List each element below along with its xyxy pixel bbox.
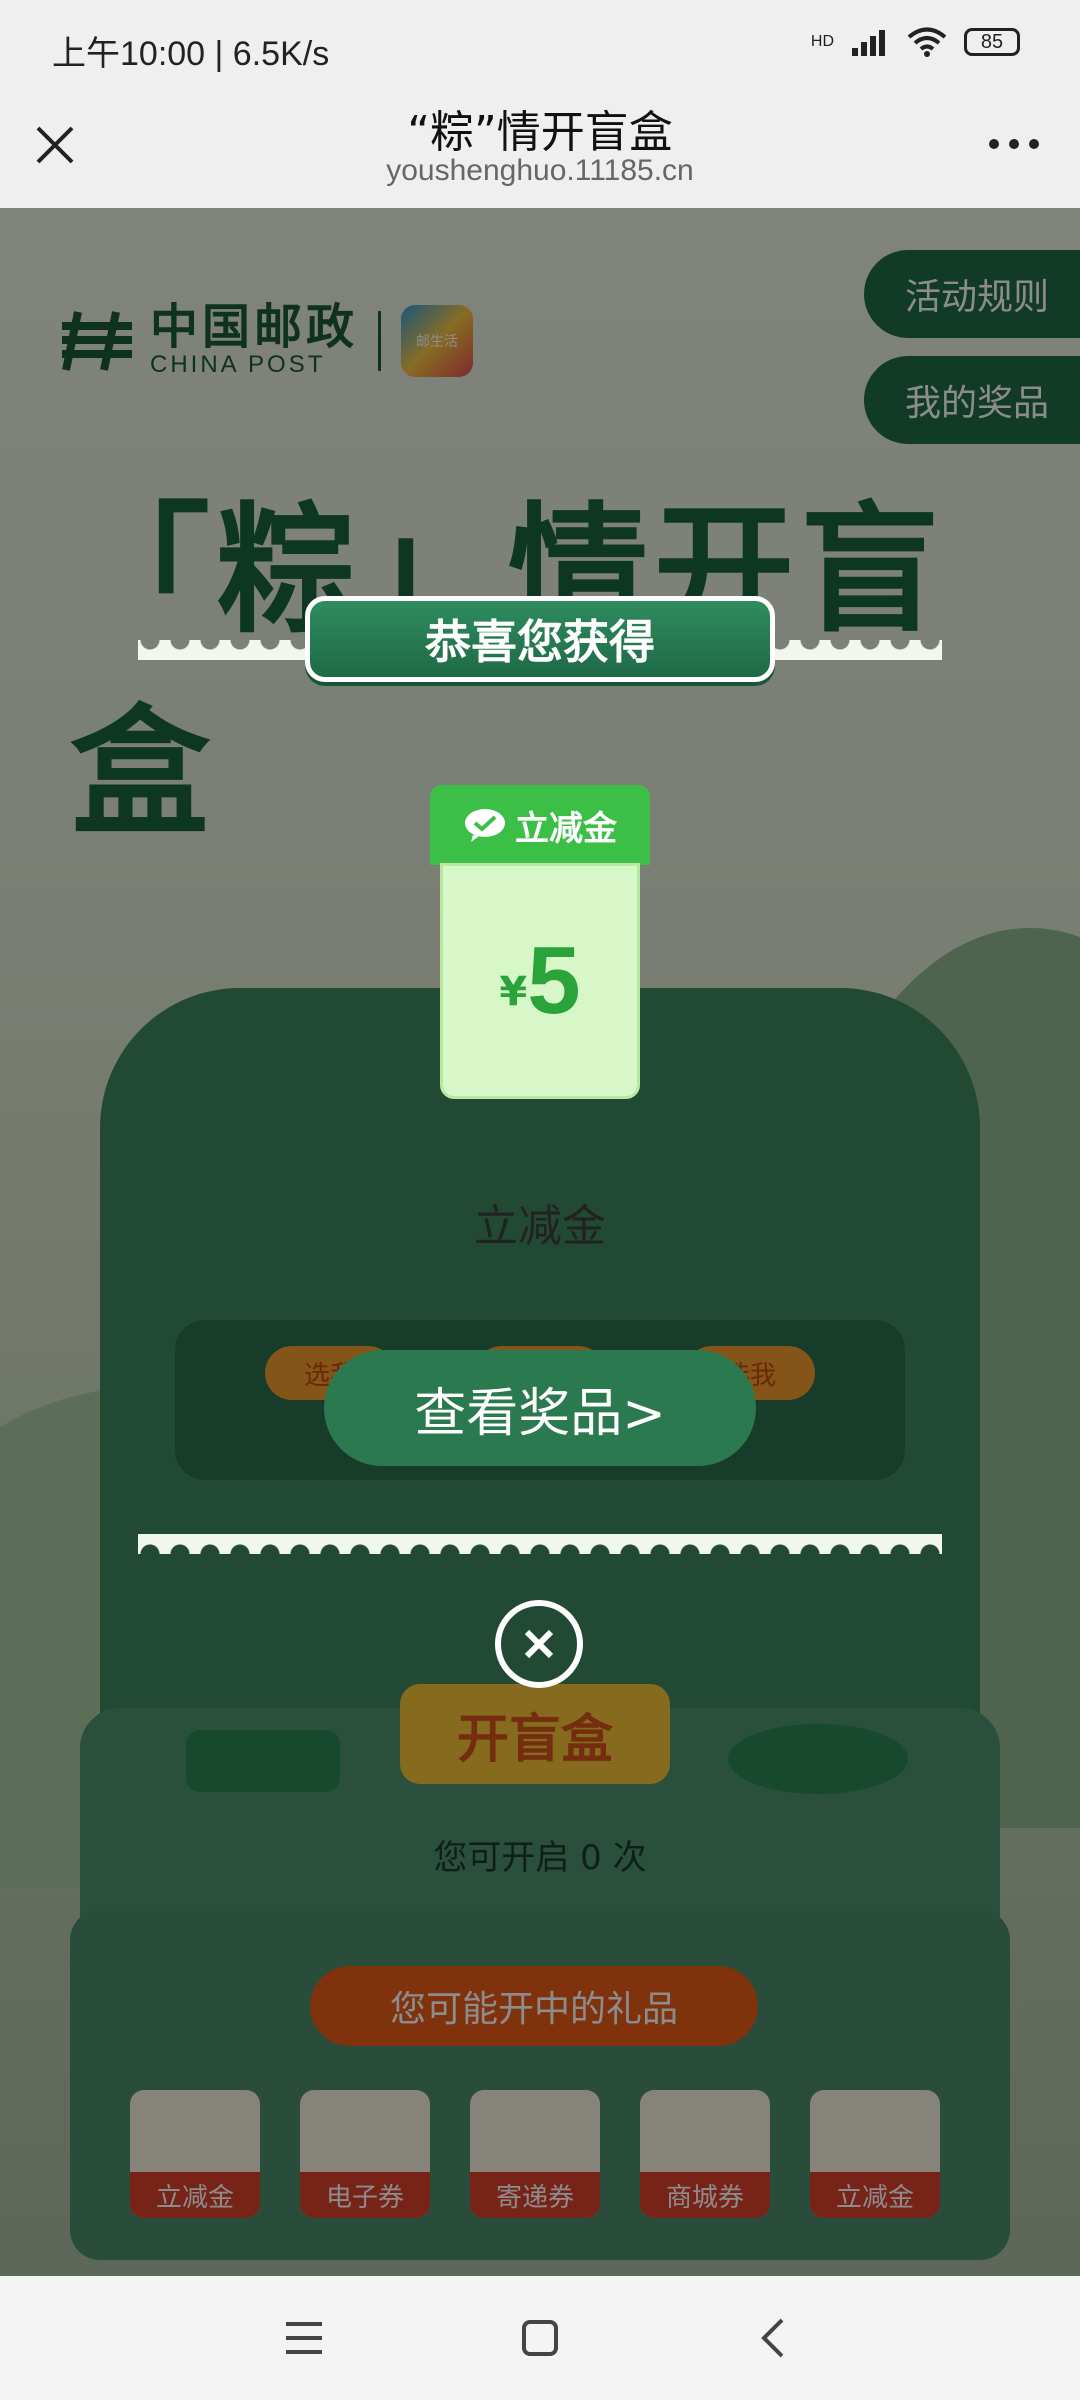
prize-name: 立减金 xyxy=(474,1201,606,1252)
wechat-pay-icon xyxy=(465,809,505,842)
coupon-header: 立减金 xyxy=(430,785,650,865)
view-prize-button[interactable]: 查看奖品> xyxy=(324,1350,756,1466)
coupon-amount: 5 xyxy=(527,927,581,1034)
status-bar: 上午10:00 | 6.5K/s HD 85 xyxy=(0,0,1080,90)
coupon-body: ¥ 5 xyxy=(440,863,640,1099)
modal-close-button[interactable] xyxy=(495,1600,583,1688)
signal-icon xyxy=(852,30,885,56)
page-url: youshenghuo.11185.cn xyxy=(386,154,694,187)
wifi-icon xyxy=(907,27,947,57)
battery-icon: 85 xyxy=(964,28,1020,56)
status-icons: HD 85 xyxy=(811,26,1020,58)
more-icon[interactable] xyxy=(984,124,1044,164)
browser-titlebar: “粽”情开盲盒 youshenghuo.11185.cn xyxy=(0,90,1080,208)
system-nav-bar xyxy=(0,2276,1080,2400)
home-icon[interactable] xyxy=(518,2316,562,2360)
coupon-currency: ¥ xyxy=(499,969,528,1015)
menu-icon[interactable] xyxy=(282,2316,326,2360)
back-icon[interactable] xyxy=(752,2316,796,2360)
modal-ribbon-title: 恭喜您获得 xyxy=(305,596,775,682)
close-icon xyxy=(524,1629,554,1659)
network-label: HD xyxy=(810,33,834,50)
coupon-type: 立减金 xyxy=(515,808,617,849)
coupon-card: 立减金 ¥ 5 xyxy=(430,785,650,1105)
page-title-bar: “粽”情开盲盒 xyxy=(407,107,673,158)
status-time: 上午10:00 | 6.5K/s xyxy=(52,35,330,73)
